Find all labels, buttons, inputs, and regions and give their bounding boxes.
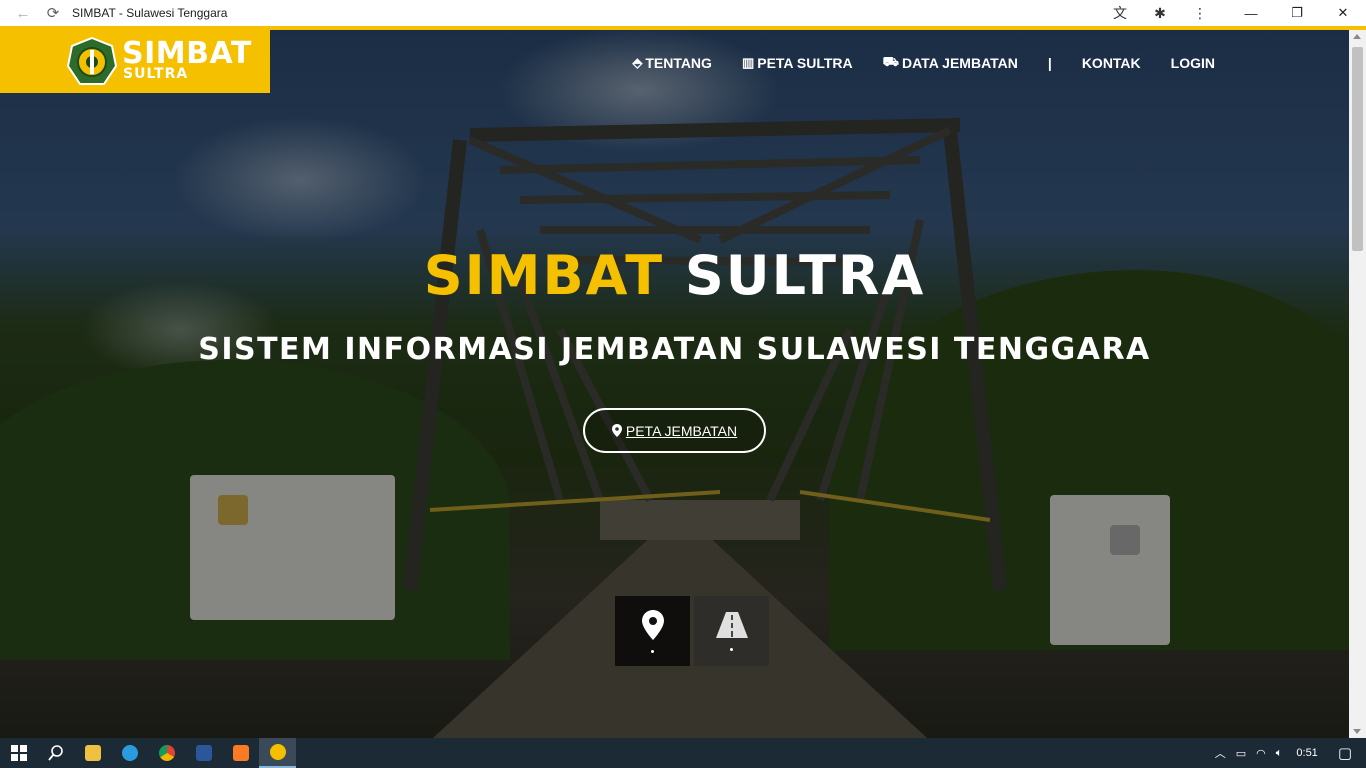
road-icon: ⛟ <box>882 54 899 69</box>
map-pin-icon <box>641 609 664 640</box>
map-icon: ▥ <box>741 55 755 70</box>
word-icon[interactable] <box>185 738 222 768</box>
volume-icon[interactable]: 🔈︎ <box>1276 747 1283 760</box>
translate-icon[interactable]: 文 <box>1100 0 1140 26</box>
page-scrollbar[interactable] <box>1349 30 1366 738</box>
site-logo[interactable]: SIMBAT SULTRA <box>0 30 270 93</box>
chrome-icon[interactable] <box>148 738 185 768</box>
search-icon[interactable] <box>37 738 74 768</box>
peta-jembatan-label: PETA JEMBATAN <box>625 422 738 439</box>
scrollbar-thumb[interactable] <box>1352 47 1363 251</box>
system-tray: ︿ ▭ ◠ 🔈︎ 0:51 ▢ <box>1215 738 1366 768</box>
wifi-icon[interactable]: ◠ <box>1256 747 1266 760</box>
reload-icon[interactable]: ⟳ <box>40 0 66 26</box>
windows-taskbar: ︿ ▭ ◠ 🔈︎ 0:51 ▢ <box>0 738 1366 768</box>
menu-icon[interactable]: ⋮ <box>1180 0 1220 26</box>
browser-title-bar: ← ⟳ SIMBAT - Sulawesi Tenggara 文 ✱ ⋮ — ❐… <box>0 0 1366 26</box>
logo-text-sub: SULTRA <box>123 66 189 82</box>
clock[interactable]: 0:51 <box>1296 747 1317 759</box>
extensions-icon[interactable]: ✱ <box>1140 0 1180 26</box>
tile-indicator-dot <box>651 649 654 653</box>
restore-button[interactable]: ❐ <box>1274 0 1320 26</box>
nav-kontak[interactable]: KONTAK <box>1082 55 1141 71</box>
hero-title: SIMBAT SULTRA <box>0 244 1349 307</box>
map-pin-icon <box>611 424 622 437</box>
page-title: SIMBAT - Sulawesi Tenggara <box>72 6 228 20</box>
chevron-up-icon[interactable]: ︿ <box>1215 745 1226 761</box>
browser-controls: 文 ✱ ⋮ — ❐ ✕ <box>1100 0 1366 26</box>
province-emblem-icon <box>66 36 118 85</box>
close-button[interactable]: ✕ <box>1320 0 1366 26</box>
road-icon <box>715 611 748 638</box>
tile-map[interactable] <box>615 596 690 666</box>
nav-data-jembatan[interactable]: ⛟ DATA JEMBATAN <box>883 54 1018 72</box>
edge-icon[interactable] <box>111 738 148 768</box>
nav-peta-sultra-label: PETA SULTRA <box>757 55 853 71</box>
simbat-browser-icon[interactable] <box>259 738 296 768</box>
xampp-icon[interactable] <box>222 738 259 768</box>
main-navigation: ⬘ TENTANG ▥ PETA SULTRA ⛟ DATA JEMBATAN … <box>602 54 1215 72</box>
hero-title-yellow: SIMBAT <box>423 244 665 307</box>
windows-start-icon[interactable] <box>0 738 37 768</box>
scroll-down-arrow-icon[interactable] <box>1353 729 1361 734</box>
notification-icon[interactable]: ▢ <box>1338 744 1352 762</box>
scroll-up-arrow-icon[interactable] <box>1353 34 1361 39</box>
nav-peta-sultra[interactable]: ▥ PETA SULTRA <box>742 55 853 71</box>
battery-icon[interactable]: ▭ <box>1236 747 1246 760</box>
hero-title-white: SULTRA <box>684 244 926 307</box>
tile-road[interactable] <box>694 596 769 666</box>
nav-separator: | <box>1047 55 1052 71</box>
hero-section: SIMBAT SULTRA ⬘ TENTANG ▥ PETA SULTRA ⛟ … <box>0 30 1349 738</box>
nav-login[interactable]: LOGIN <box>1171 55 1215 71</box>
back-icon[interactable]: ← <box>10 0 36 26</box>
file-explorer-icon[interactable] <box>74 738 111 768</box>
hero-subtitle: SISTEM INFORMASI JEMBATAN SULAWESI TENGG… <box>198 332 1151 367</box>
minimize-button[interactable]: — <box>1228 0 1274 26</box>
peta-jembatan-button[interactable]: PETA JEMBATAN <box>583 408 766 453</box>
tile-indicator-dot <box>730 647 733 651</box>
tag-icon: ⬘ <box>632 55 643 70</box>
nav-tentang-label: TENTANG <box>645 55 712 71</box>
nav-tentang[interactable]: ⬘ TENTANG <box>632 55 712 71</box>
nav-data-jembatan-label: DATA JEMBATAN <box>902 55 1018 71</box>
